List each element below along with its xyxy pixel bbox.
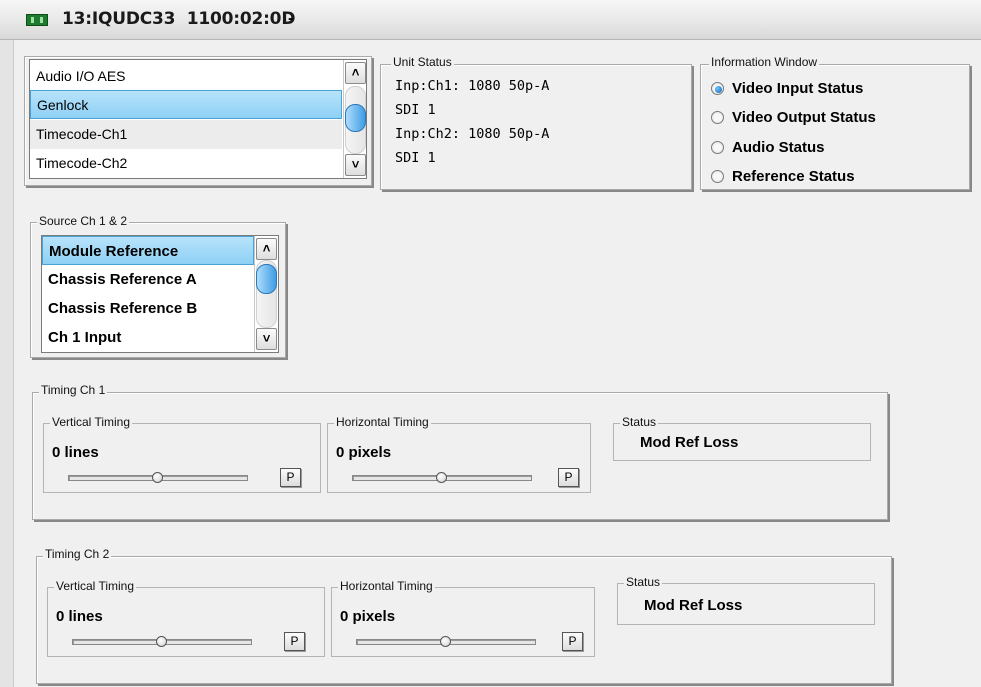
source-group: Source Ch 1 & 2 Module Reference Chassis… (30, 214, 286, 358)
radio-label: Video Output Status (732, 108, 876, 126)
radio-unchecked-icon[interactable] (711, 140, 724, 154)
horizontal-timing-value: 0 pixels (336, 444, 392, 461)
radio-label: Video Input Status (732, 79, 864, 97)
module-list-frame: Audio I/O AES Genlock Timecode-Ch1 Timec… (24, 56, 372, 186)
list-item[interactable]: Timecode-Ch2 (30, 149, 342, 178)
radio-unchecked-icon[interactable] (711, 169, 724, 183)
scroll-up-icon[interactable]: ˄ (256, 238, 277, 260)
unit-status-line: SDI 1 (395, 150, 436, 166)
list-item[interactable]: Ch 1 Input (42, 323, 254, 352)
vertical-timing-legend: Vertical Timing (50, 415, 133, 429)
vertical-scrollbar[interactable]: ˄ ˅ (254, 236, 278, 352)
vertical-timing-value: 0 lines (52, 444, 99, 461)
slider-knob[interactable] (152, 472, 163, 483)
vertical-scrollbar[interactable]: ˄ ˅ (343, 60, 366, 178)
scroll-up-icon[interactable]: ˄ (345, 62, 366, 84)
horizontal-timing-ch1: Horizontal Timing 0 pixels P (327, 415, 591, 493)
radio-checked-icon[interactable] (711, 81, 724, 95)
status-legend: Status (624, 575, 663, 589)
list-item[interactable]: Chassis Reference B (42, 294, 254, 323)
timing-ch2-legend: Timing Ch 2 (43, 547, 112, 561)
status-value: Mod Ref Loss (644, 597, 743, 614)
slider-knob[interactable] (440, 636, 451, 647)
window-title: 13:IQUDC33 1100:02:0D (62, 9, 296, 29)
timing-ch1-legend: Timing Ch 1 (39, 383, 108, 397)
module-card-icon (26, 14, 48, 26)
list-item[interactable]: Timecode-Ch1 (30, 120, 342, 149)
list-item-label: Ch 1 Input (48, 329, 122, 346)
horizontal-timing-legend: Horizontal Timing (334, 415, 431, 429)
slider-knob[interactable] (436, 472, 447, 483)
information-window-group: Information Window Video Input Status Vi… (700, 55, 970, 190)
list-item-label: Timecode-Ch1 (36, 126, 128, 142)
preset-button[interactable]: P (280, 468, 301, 487)
list-item-label: Audio I/O AES (36, 68, 126, 84)
status-value: Mod Ref Loss (640, 434, 739, 451)
list-item-label: Timecode-Ch2 (36, 155, 128, 171)
unit-status-line: Inp:Ch1: 1080 50p-A (395, 78, 550, 94)
unit-status-line: Inp:Ch2: 1080 50p-A (395, 126, 550, 142)
preset-button[interactable]: P (562, 632, 583, 651)
window-title-suffix: - (288, 10, 294, 27)
vertical-timing-ch2: Vertical Timing 0 lines P (47, 579, 325, 657)
radio-label: Reference Status (732, 167, 855, 185)
information-window-legend: Information Window (709, 55, 820, 69)
horizontal-timing-value: 0 pixels (340, 608, 396, 625)
scroll-thumb[interactable] (256, 264, 277, 294)
radio-reference-status[interactable]: Reference Status (711, 165, 855, 187)
scroll-down-icon[interactable]: ˅ (256, 328, 277, 350)
source-listbox[interactable]: Module Reference Chassis Reference A Cha… (41, 235, 279, 353)
status-legend: Status (620, 415, 659, 429)
horizontal-timing-ch2: Horizontal Timing 0 pixels P (331, 579, 595, 657)
radio-video-input-status[interactable]: Video Input Status (711, 77, 863, 99)
preset-button[interactable]: P (558, 468, 579, 487)
list-item-selected[interactable]: Genlock (30, 90, 342, 119)
slider-knob[interactable] (156, 636, 167, 647)
radio-label: Audio Status (732, 138, 825, 156)
status-ch1: Status Mod Ref Loss (613, 415, 871, 461)
list-item-label: Chassis Reference B (48, 300, 198, 317)
unit-status-legend: Unit Status (391, 55, 454, 69)
unit-status-line: SDI 1 (395, 102, 436, 118)
vertical-timing-legend: Vertical Timing (54, 579, 137, 593)
list-item[interactable]: Chassis Reference A (42, 265, 254, 294)
list-item-label: Genlock (37, 97, 89, 113)
radio-unchecked-icon[interactable] (711, 110, 724, 124)
left-edge (0, 40, 14, 687)
scroll-thumb[interactable] (345, 104, 366, 132)
unit-status-group: Unit Status Inp:Ch1: 1080 50p-A SDI 1 In… (380, 55, 692, 190)
radio-audio-status[interactable]: Audio Status (711, 136, 825, 158)
radio-video-output-status[interactable]: Video Output Status (711, 106, 876, 128)
vertical-timing-ch1: Vertical Timing 0 lines P (43, 415, 321, 493)
list-item[interactable]: Audio I/O AES (30, 62, 342, 91)
module-listbox[interactable]: Audio I/O AES Genlock Timecode-Ch1 Timec… (29, 59, 367, 179)
timing-ch2-group: Timing Ch 2 Vertical Timing 0 lines P Ho… (36, 547, 892, 684)
scroll-down-icon[interactable]: ˅ (345, 154, 366, 176)
status-ch2: Status Mod Ref Loss (617, 575, 875, 625)
preset-button[interactable]: P (284, 632, 305, 651)
list-item-selected[interactable]: Module Reference (42, 236, 254, 265)
source-legend: Source Ch 1 & 2 (37, 214, 130, 228)
horizontal-timing-legend: Horizontal Timing (338, 579, 435, 593)
vertical-timing-value: 0 lines (56, 608, 103, 625)
list-item-label: Module Reference (49, 243, 179, 260)
timing-ch1-group: Timing Ch 1 Vertical Timing 0 lines P Ho… (32, 383, 888, 520)
list-item-label: Chassis Reference A (48, 271, 197, 288)
